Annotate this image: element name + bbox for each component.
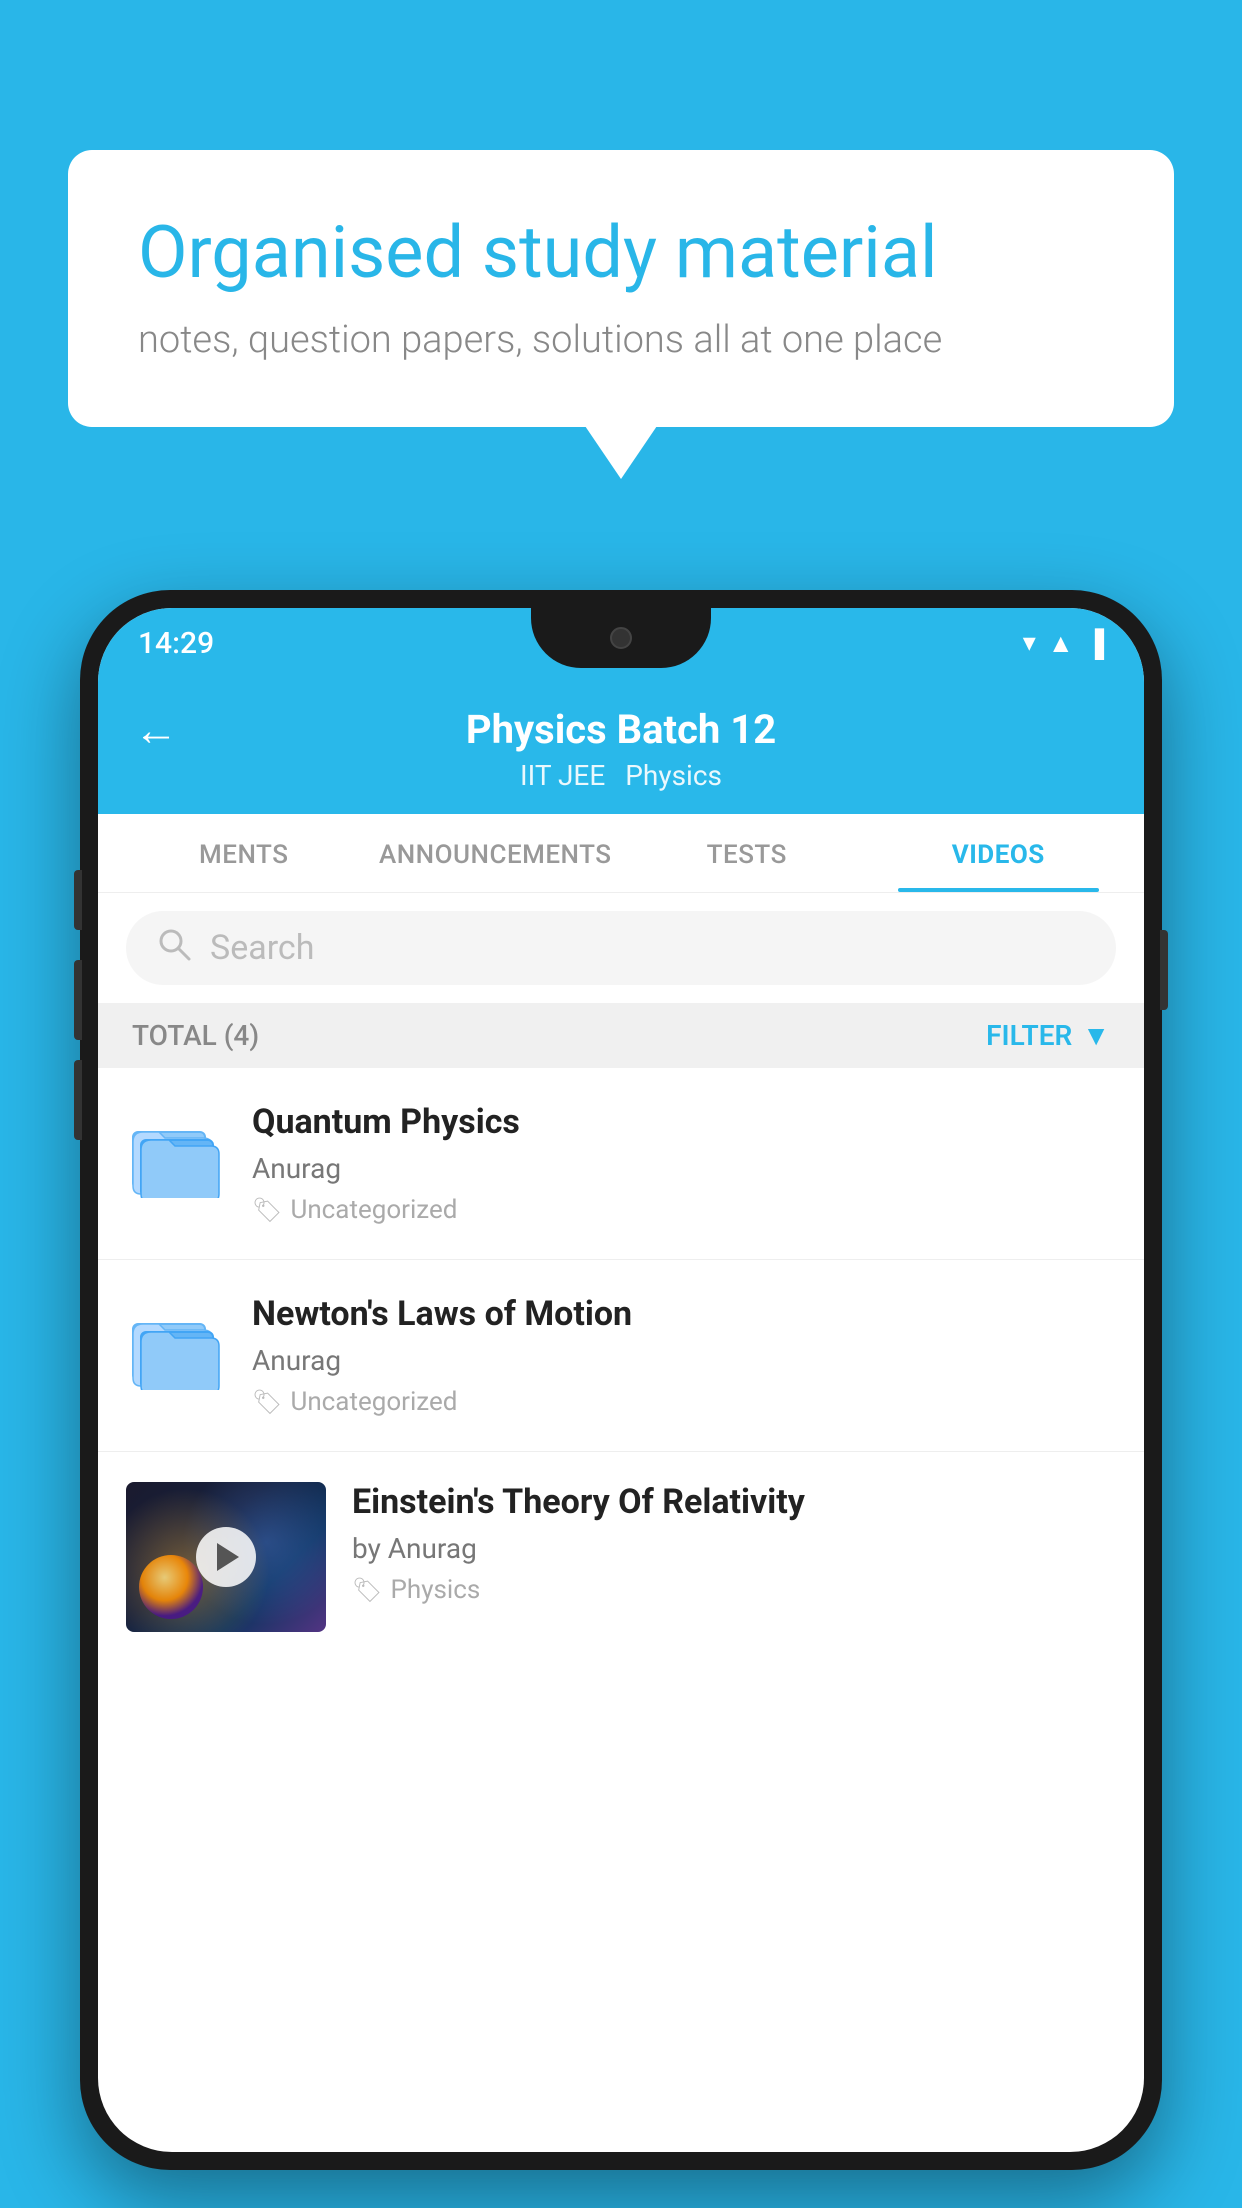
power-button xyxy=(1160,930,1168,1010)
video-title: Newton's Laws of Motion xyxy=(252,1294,1116,1334)
app-header: ← Physics Batch 12 IIT JEE Physics xyxy=(98,678,1144,814)
filter-bar: TOTAL (4) FILTER ▼ xyxy=(98,1003,1144,1068)
play-button[interactable] xyxy=(196,1527,256,1587)
filter-button[interactable]: FILTER ▼ xyxy=(986,1019,1110,1052)
search-placeholder: Search xyxy=(210,928,314,968)
search-icon xyxy=(156,926,192,971)
tag-label: Uncategorized xyxy=(290,1387,457,1417)
subtitle-iitjee: IIT JEE xyxy=(520,759,605,792)
tag-label: Uncategorized xyxy=(290,1195,457,1225)
video-thumbnail xyxy=(126,1482,326,1632)
video-title: Einstein's Theory Of Relativity xyxy=(352,1482,1116,1522)
volume-down-button xyxy=(74,1060,82,1140)
video-author: Anurag xyxy=(252,1344,1116,1377)
signal-icon: ▲ xyxy=(1048,628,1074,659)
search-container: Search xyxy=(98,893,1144,1003)
list-item[interactable]: Einstein's Theory Of Relativity by Anura… xyxy=(98,1452,1144,1662)
video-info: Einstein's Theory Of Relativity by Anura… xyxy=(352,1482,1116,1605)
tab-announcements[interactable]: ANNOUNCEMENTS xyxy=(370,814,622,892)
tag-label: Physics xyxy=(390,1575,480,1605)
status-icons: ▾ ▲ ▐ xyxy=(1023,628,1104,659)
video-list: Quantum Physics Anurag 🏷 Uncategorized xyxy=(98,1068,1144,1662)
header-title: Physics Batch 12 xyxy=(466,706,776,753)
phone-screen: 14:29 ▾ ▲ ▐ ← Physics Batch 12 IIT JEE P… xyxy=(98,608,1144,2152)
search-bar[interactable]: Search xyxy=(126,911,1116,985)
folder-thumbnail xyxy=(126,1294,226,1404)
total-count: TOTAL (4) xyxy=(132,1019,259,1052)
tag-icon: 🏷 xyxy=(252,1196,282,1224)
status-bar: 14:29 ▾ ▲ ▐ xyxy=(98,608,1144,678)
wifi-icon: ▾ xyxy=(1023,628,1036,658)
video-title: Quantum Physics xyxy=(252,1102,1116,1142)
play-triangle-icon xyxy=(217,1543,239,1571)
subtitle-physics: Physics xyxy=(625,759,722,792)
mute-button xyxy=(74,870,82,930)
video-info: Quantum Physics Anurag 🏷 Uncategorized xyxy=(252,1102,1116,1225)
tabs-bar: MENTS ANNOUNCEMENTS TESTS VIDEOS xyxy=(98,814,1144,893)
speech-bubble: Organised study material notes, question… xyxy=(68,150,1174,427)
tag-icon: 🏷 xyxy=(252,1388,282,1416)
status-time: 14:29 xyxy=(138,626,214,661)
filter-label: FILTER xyxy=(986,1019,1072,1052)
notch xyxy=(531,608,711,668)
phone-frame: 14:29 ▾ ▲ ▐ ← Physics Batch 12 IIT JEE P… xyxy=(80,590,1162,2170)
video-author: by Anurag xyxy=(352,1532,1116,1565)
video-info: Newton's Laws of Motion Anurag 🏷 Uncateg… xyxy=(252,1294,1116,1417)
video-tag: 🏷 Physics xyxy=(352,1575,1116,1605)
battery-icon: ▐ xyxy=(1086,628,1104,659)
camera xyxy=(610,627,632,649)
tab-tests[interactable]: TESTS xyxy=(621,814,873,892)
tab-ments[interactable]: MENTS xyxy=(118,814,370,892)
video-tag: 🏷 Uncategorized xyxy=(252,1387,1116,1417)
list-item[interactable]: Newton's Laws of Motion Anurag 🏷 Uncateg… xyxy=(98,1260,1144,1452)
back-button[interactable]: ← xyxy=(134,704,178,756)
folder-thumbnail xyxy=(126,1102,226,1212)
header-row: ← Physics Batch 12 xyxy=(134,706,1108,753)
bubble-title: Organised study material xyxy=(138,210,1104,296)
speech-bubble-wrapper: Organised study material notes, question… xyxy=(68,150,1174,427)
volume-up-button xyxy=(74,960,82,1040)
video-tag: 🏷 Uncategorized xyxy=(252,1195,1116,1225)
header-subtitle: IIT JEE Physics xyxy=(520,759,722,792)
video-author: Anurag xyxy=(252,1152,1116,1185)
filter-icon: ▼ xyxy=(1082,1019,1110,1052)
tag-icon: 🏷 xyxy=(352,1576,382,1604)
list-item[interactable]: Quantum Physics Anurag 🏷 Uncategorized xyxy=(98,1068,1144,1260)
bubble-subtitle: notes, question papers, solutions all at… xyxy=(138,318,1104,362)
tab-videos[interactable]: VIDEOS xyxy=(873,814,1125,892)
